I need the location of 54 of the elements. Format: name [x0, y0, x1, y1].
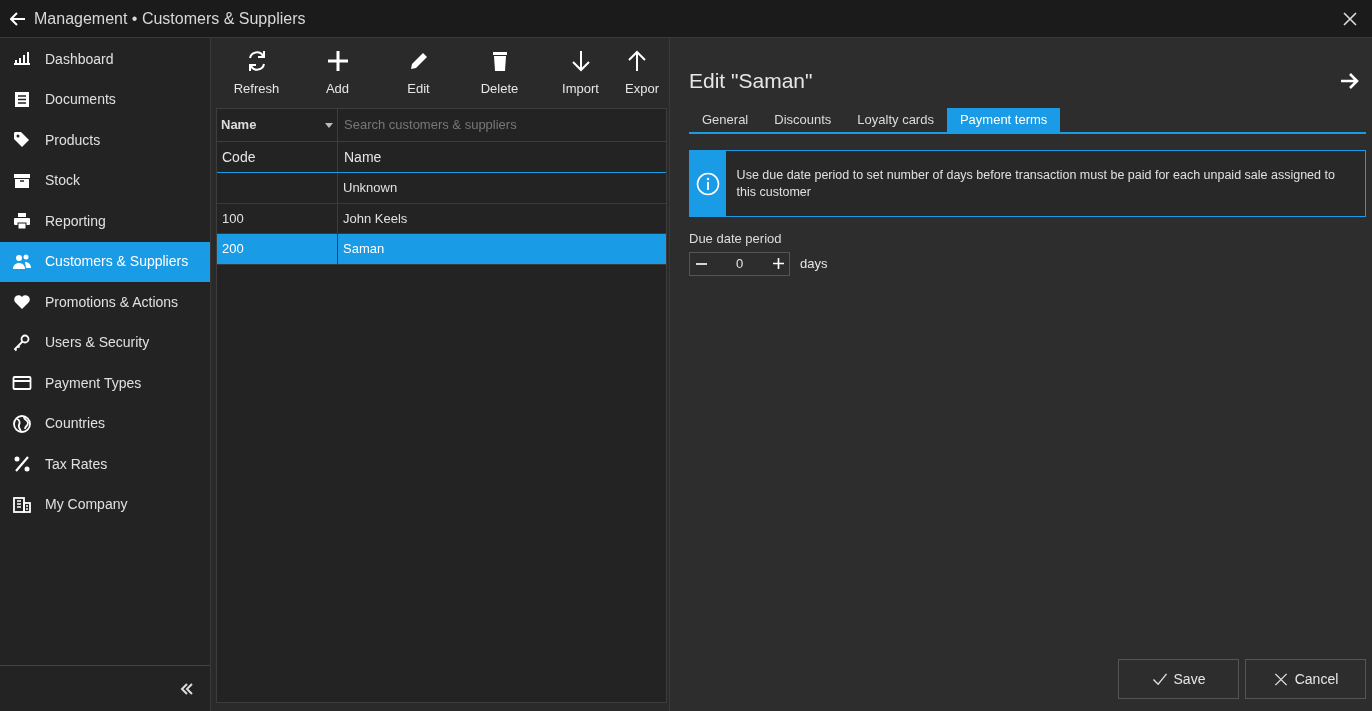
- toolbar-button[interactable]: Refresh: [216, 48, 297, 98]
- printer-icon: [12, 211, 32, 232]
- sidebar-item[interactable]: My Company: [0, 484, 210, 525]
- sidebar-item[interactable]: Stock: [0, 160, 210, 201]
- table-cell-text: Saman: [343, 240, 385, 258]
- checkmark-icon: [1151, 671, 1168, 687]
- column-header: Code: [217, 142, 338, 172]
- sidebar-item[interactable]: Users & Security: [0, 322, 210, 363]
- field-label: Due date period: [689, 230, 783, 248]
- building-icon: [12, 494, 32, 515]
- table-cell-text: John Keels: [343, 209, 408, 228]
- table-cell-text: 100: [222, 209, 244, 228]
- info-text: Use due date period to set number of days before transaction must be paid for each unpaid sale assigned to this customer: [735, 167, 1336, 201]
- plus-icon: [772, 258, 784, 269]
- table-cell-text: 200: [222, 240, 244, 258]
- document-icon: [12, 89, 32, 110]
- tab[interactable]: General: [689, 108, 762, 132]
- sidebar-item[interactable]: Promotions & Actions: [0, 282, 210, 323]
- globe-icon: [12, 413, 32, 434]
- toolbar-button[interactable]: Edit: [378, 48, 459, 98]
- cancel-button[interactable]: Cancel: [1245, 659, 1366, 699]
- sidebar-item[interactable]: Dashboard: [0, 39, 210, 80]
- filter-dropdown[interactable]: Name: [217, 109, 338, 141]
- toolbar-button[interactable]: Add: [297, 48, 378, 98]
- back-arrow-icon: [10, 11, 26, 26]
- sidebar-item[interactable]: Documents: [0, 79, 210, 120]
- minus-icon: [695, 262, 707, 265]
- toolbar-button[interactable]: Import: [540, 48, 621, 98]
- window-title: Management • Customers & Suppliers: [34, 8, 306, 29]
- column-header: Name: [343, 147, 383, 167]
- sidebar-item[interactable]: Payment Types: [0, 363, 210, 404]
- stepper-value: 0: [734, 254, 745, 273]
- editor-title: Edit "Saman": [689, 68, 813, 95]
- key-icon: [12, 332, 32, 353]
- toolbar-button[interactable]: Delete: [459, 48, 540, 98]
- sidebar-item[interactable]: Countries: [0, 403, 210, 444]
- close-icon: [1272, 671, 1289, 687]
- double-chevron-left-icon: [180, 682, 194, 695]
- sidebar-item[interactable]: Reporting: [0, 201, 210, 242]
- search-field[interactable]: Search customers & suppliers: [338, 109, 666, 141]
- sidebar-item[interactable]: Tax Rates: [0, 444, 210, 485]
- plus-icon: [325, 48, 350, 73]
- info-icon: [695, 171, 720, 196]
- close-icon: [1343, 11, 1357, 26]
- tab[interactable]: Discounts: [761, 108, 845, 132]
- unit-label: days: [800, 254, 828, 273]
- save-button[interactable]: Save: [1118, 659, 1239, 699]
- table-cell-text: Unknown: [343, 179, 398, 197]
- tab[interactable]: Loyalty cards: [844, 108, 947, 132]
- sidebar-item[interactable]: Products: [0, 120, 210, 161]
- number-stepper[interactable]: 0: [689, 251, 790, 276]
- table-row[interactable]: Unknown: [217, 173, 666, 204]
- forward-arrow-icon: [1340, 72, 1360, 90]
- dropdown-caret-icon: [325, 122, 333, 128]
